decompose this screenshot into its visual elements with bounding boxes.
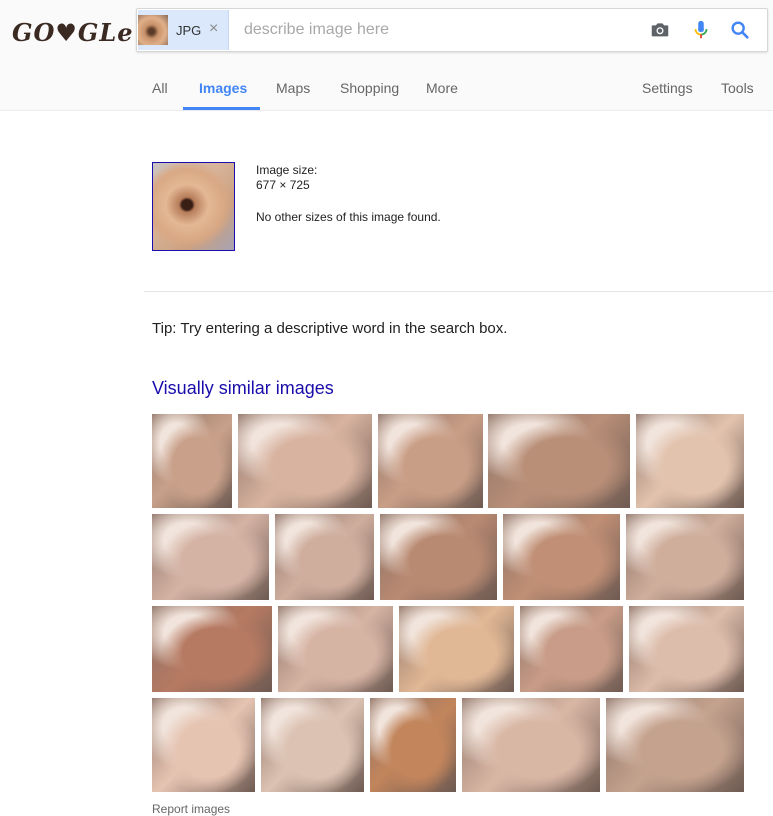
section-divider: [144, 291, 773, 292]
similar-image[interactable]: [152, 414, 232, 508]
header: GO♥GLe JPG × All Images Maps Shopping: [0, 0, 773, 111]
logo[interactable]: GO♥GLe: [12, 18, 134, 47]
similar-image[interactable]: [261, 698, 364, 792]
search-box[interactable]: JPG ×: [136, 8, 768, 52]
similar-image[interactable]: [606, 698, 744, 792]
query-image-thumbnail[interactable]: [152, 162, 235, 251]
similar-image[interactable]: [275, 514, 374, 600]
close-icon[interactable]: ×: [209, 20, 218, 38]
similar-image[interactable]: [626, 514, 744, 600]
camera-icon[interactable]: [649, 19, 671, 41]
similar-image[interactable]: [370, 698, 456, 792]
tab-settings[interactable]: Settings: [642, 80, 693, 96]
similar-image[interactable]: [152, 698, 255, 792]
query-chip-thumbnail: [138, 15, 168, 45]
search-input[interactable]: [244, 9, 624, 51]
image-size-value: 677 × 725: [256, 178, 310, 192]
similar-image[interactable]: [520, 606, 623, 692]
chip-label: JPG: [176, 23, 202, 38]
search-tabs: All Images Maps Shopping More Settings T…: [0, 70, 773, 110]
tab-all[interactable]: All: [152, 80, 168, 96]
similar-image[interactable]: [152, 606, 272, 692]
tab-tools[interactable]: Tools: [721, 80, 754, 96]
no-other-sizes-text: No other sizes of this image found.: [256, 210, 441, 224]
similar-image[interactable]: [462, 698, 600, 792]
similar-image[interactable]: [380, 514, 497, 600]
search-tip: Tip: Try entering a descriptive word in …: [152, 320, 508, 337]
report-images-link[interactable]: Report images: [152, 802, 230, 816]
search-icon[interactable]: [729, 19, 751, 41]
similar-image[interactable]: [629, 606, 744, 692]
visually-similar-heading[interactable]: Visually similar images: [152, 378, 334, 399]
similar-image[interactable]: [399, 606, 514, 692]
image-query-chip[interactable]: JPG ×: [138, 10, 229, 50]
similar-image[interactable]: [238, 414, 372, 508]
similar-image[interactable]: [488, 414, 630, 508]
active-tab-indicator: [183, 107, 260, 110]
similar-image[interactable]: [636, 414, 744, 508]
tab-shopping[interactable]: Shopping: [340, 80, 399, 96]
tab-more[interactable]: More: [426, 80, 458, 96]
tab-images[interactable]: Images: [199, 80, 247, 96]
similar-image[interactable]: [152, 514, 269, 600]
similar-image[interactable]: [503, 514, 620, 600]
similar-image[interactable]: [278, 606, 393, 692]
similar-image[interactable]: [378, 414, 483, 508]
microphone-icon[interactable]: [690, 19, 712, 41]
image-size-label: Image size:: [256, 163, 318, 177]
tab-maps[interactable]: Maps: [276, 80, 310, 96]
